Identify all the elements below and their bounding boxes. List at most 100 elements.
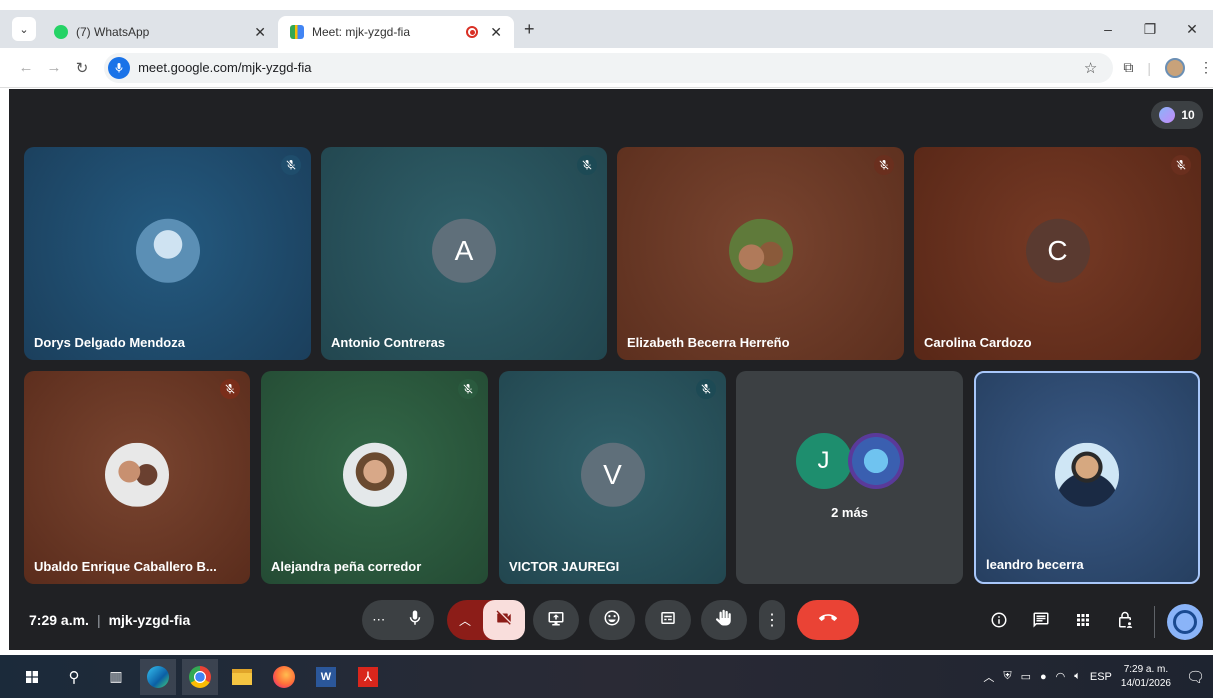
meet-control-bar: 7:29 a.m. | mjk-yzgd-fia ⋯ ︿ ⋮ [9, 596, 1213, 650]
participant-name: Elizabeth Becerra Herreño [627, 335, 790, 350]
captions-icon [659, 609, 677, 632]
reactions-button[interactable] [589, 600, 635, 640]
participant-avatar [135, 218, 200, 283]
clock-time: 7:29 a. m. [1123, 663, 1169, 675]
participant-name: Dorys Delgado Mendoza [34, 335, 185, 350]
companion-timer-button[interactable] [1167, 604, 1203, 640]
back-icon[interactable]: ← [12, 59, 40, 76]
participant-tile[interactable]: V VICTOR JAUREGI [499, 371, 726, 584]
participant-avatar [342, 442, 407, 507]
address-bar[interactable]: meet.google.com/mjk-yzgd-fia ☆ [104, 52, 1114, 83]
more-options-button[interactable]: ⋮ [759, 600, 785, 640]
leave-call-button[interactable] [797, 600, 859, 640]
participant-tile[interactable]: Ubaldo Enrique Caballero B... [24, 371, 250, 584]
participant-avatar [105, 442, 169, 507]
lock-person-icon [1116, 611, 1134, 634]
tab-meet[interactable]: Meet: mjk-yzgd-fia ✕ [278, 16, 514, 48]
windows-start-icon[interactable] [14, 659, 50, 695]
participants-button[interactable]: 10 [1151, 101, 1203, 129]
audio-options-icon[interactable]: ⋯ [372, 612, 385, 628]
mic-off-icon [696, 379, 716, 399]
participant-name: Alejandra peña corredor [271, 559, 422, 574]
meeting-info-button[interactable] [985, 608, 1013, 636]
present-screen-button[interactable] [533, 600, 579, 640]
tab-whatsapp[interactable]: (7) WhatsApp ✕ [42, 16, 278, 48]
hang-up-icon [819, 609, 837, 632]
participant-tile[interactable]: Alejandra peña corredor [261, 371, 488, 584]
wifi-icon[interactable]: ◠ [1056, 670, 1066, 683]
meeting-time: 7:29 a.m. [29, 612, 89, 628]
notifications-icon[interactable]: 🗨︎ [1186, 668, 1205, 686]
chrome-icon[interactable] [182, 658, 218, 695]
others-count-label: 2 más [831, 505, 868, 520]
host-controls-button[interactable] [1111, 608, 1139, 636]
tab-title: Meet: mjk-yzgd-fia [312, 25, 411, 39]
participant-avatar: V [580, 442, 645, 507]
raise-hand-button[interactable] [701, 600, 747, 640]
browser-toolbar: ← → ↻ meet.google.com/mjk-yzgd-fia ☆ ⧉ |… [0, 48, 1213, 88]
task-view-icon[interactable]: ▥ [98, 659, 134, 695]
bookmark-star-icon[interactable]: ☆ [1084, 59, 1097, 77]
microphone-icon[interactable] [406, 609, 424, 632]
present-icon [547, 609, 565, 632]
mic-off-icon [220, 379, 240, 399]
microphone-in-use-icon[interactable] [108, 56, 131, 79]
meeting-details: 7:29 a.m. | mjk-yzgd-fia [29, 612, 191, 628]
others-avatars: J [795, 433, 904, 489]
activities-button[interactable] [1069, 608, 1097, 636]
device-icon[interactable]: ▭ [1021, 670, 1031, 683]
word-icon[interactable]: W [308, 659, 344, 695]
minimize-icon[interactable]: – [1087, 10, 1129, 48]
participant-tile[interactable]: C Carolina Cardozo [914, 147, 1201, 360]
new-tab-button[interactable]: + [524, 19, 535, 40]
meeting-code: mjk-yzgd-fia [108, 612, 191, 628]
acrobat-icon[interactable]: ⅄ [350, 659, 386, 695]
emoji-icon [603, 609, 621, 632]
restore-icon[interactable]: ❐ [1129, 10, 1171, 48]
chevron-up-icon[interactable]: ︿ [459, 612, 471, 629]
chat-button[interactable] [1027, 608, 1055, 636]
mic-off-icon [874, 155, 894, 175]
search-icon[interactable]: ⚲ [56, 659, 92, 695]
info-icon [990, 611, 1008, 634]
profile-avatar[interactable] [1164, 57, 1185, 78]
mic-off-icon [458, 379, 478, 399]
participant-tile[interactable]: A Antonio Contreras [321, 147, 607, 360]
participant-avatar: A [432, 218, 496, 283]
others-tile[interactable]: J 2 más [736, 371, 963, 584]
participant-name: Antonio Contreras [331, 335, 446, 350]
system-tray: ︿ ⛨ ▭ ● ◠ 🔈︎ ESP 7:29 a. m. 14/01/2026 🗨… [983, 655, 1205, 698]
participant-tile[interactable]: Elizabeth Becerra Herreño [617, 147, 904, 360]
url-text: meet.google.com/mjk-yzgd-fia [138, 60, 312, 75]
screen-edge [1213, 0, 1217, 698]
forward-icon[interactable]: → [40, 59, 68, 76]
more-menu-icon[interactable]: ⋮ [1199, 59, 1213, 76]
participants-avatar-icon [1159, 107, 1176, 123]
more-vert-icon: ⋮ [764, 612, 780, 629]
chat-icon [1032, 611, 1050, 634]
participant-tile[interactable]: Dorys Delgado Mendoza [24, 147, 311, 360]
close-tab-icon[interactable]: ✕ [254, 24, 266, 41]
firefox-icon[interactable] [266, 659, 302, 695]
participant-tile[interactable]: leandro becerra [974, 371, 1200, 584]
hand-icon [715, 609, 733, 632]
speaker-icon[interactable]: 🔈︎ [1074, 670, 1081, 683]
language-indicator[interactable]: ESP [1090, 671, 1112, 683]
microphone-tray-icon[interactable]: ● [1040, 671, 1047, 683]
reload-icon[interactable]: ↻ [68, 59, 96, 77]
participant-name: Ubaldo Enrique Caballero B... [34, 559, 217, 574]
camera-off-button[interactable] [483, 600, 525, 640]
edge-icon[interactable] [140, 658, 176, 695]
close-window-icon[interactable]: ✕ [1171, 10, 1213, 48]
tab-strip: ⌄ (7) WhatsApp ✕ Meet: mjk-yzgd-fia ✕ + … [0, 10, 1213, 48]
security-icon[interactable]: ⛨ [1003, 670, 1011, 683]
extensions-icon[interactable]: ⧉ [1123, 59, 1133, 76]
tab-search-button[interactable]: ⌄ [12, 17, 36, 41]
screen: ⌄ (7) WhatsApp ✕ Meet: mjk-yzgd-fia ✕ + … [0, 0, 1217, 698]
show-hidden-icons-icon[interactable]: ︿ [983, 669, 994, 685]
participant-avatar [1055, 442, 1119, 507]
close-tab-icon[interactable]: ✕ [490, 24, 502, 41]
taskbar-clock[interactable]: 7:29 a. m. 14/01/2026 [1121, 663, 1171, 691]
file-explorer-icon[interactable] [224, 659, 260, 695]
captions-button[interactable] [645, 600, 691, 640]
